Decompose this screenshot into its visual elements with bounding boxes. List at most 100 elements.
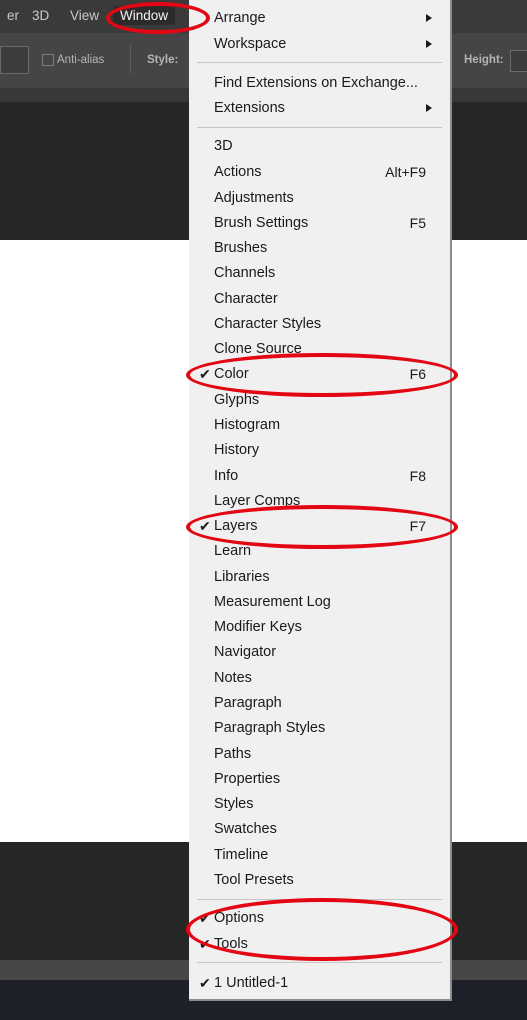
menu-separator	[197, 127, 442, 128]
menu-item-actions[interactable]: Actions Alt+F9	[189, 160, 450, 185]
menu-item-layer-comps[interactable]: Layer Comps	[189, 489, 450, 514]
menu-item-paragraph[interactable]: Paragraph	[189, 691, 450, 716]
menu-item-label: Options	[214, 910, 264, 926]
menu-item-label: Character	[214, 291, 278, 307]
menu-item-color[interactable]: ✔ Color F6	[189, 362, 450, 387]
menu-item-label: Styles	[214, 796, 254, 812]
menu-separator	[197, 962, 442, 963]
menu-item-label: Properties	[214, 771, 281, 787]
menu-separator	[197, 899, 442, 900]
menu-item-label: Actions	[214, 164, 262, 180]
menu-item-arrange[interactable]: Arrange	[189, 6, 450, 31]
menu-item-label: 3D	[214, 138, 233, 154]
menu-item-tool-presets[interactable]: Tool Presets	[189, 868, 450, 893]
menu-item-character-styles[interactable]: Character Styles	[189, 312, 450, 337]
menu-item-label: Extensions	[214, 100, 285, 116]
menu-item-shortcut: F7	[409, 518, 426, 534]
menu-item-label: Notes	[214, 670, 252, 686]
menu-item-label: Adjustments	[214, 190, 294, 206]
menu-item-label: Clone Source	[214, 341, 302, 357]
menu-item-label: Navigator	[214, 644, 277, 660]
menu-item-styles[interactable]: Styles	[189, 792, 450, 817]
menu-item-3d[interactable]: 3D	[189, 134, 450, 159]
menu-item-measurement-log[interactable]: Measurement Log	[189, 590, 450, 615]
menu-item-label: Libraries	[214, 569, 270, 585]
menu-item-label: Brush Settings	[214, 215, 309, 231]
menu-item-properties[interactable]: Properties	[189, 767, 450, 792]
menu-item-label: Find Extensions on Exchange...	[214, 75, 418, 91]
menu-item-brush-settings[interactable]: Brush Settings F5	[189, 211, 450, 236]
menu-item-label: Channels	[214, 265, 276, 281]
menu-item-1-untitled-1[interactable]: ✔ 1 Untitled-1	[189, 971, 450, 996]
menu-item-tools[interactable]: ✔ Tools	[189, 932, 450, 957]
menu-item-label: Brushes	[214, 240, 268, 256]
menu-item-label: Learn	[214, 543, 252, 559]
menu-item-label: History	[214, 442, 260, 458]
checkmark-icon: ✔	[199, 975, 211, 991]
menubar-item-window[interactable]: Window	[113, 6, 176, 25]
menu-item-label: Arrange	[214, 10, 266, 26]
menu-item-label: Tool Presets	[214, 872, 294, 888]
menu-item-label: Modifier Keys	[214, 619, 302, 635]
submenu-arrow-icon	[426, 14, 432, 22]
checkmark-icon: ✔	[199, 910, 211, 926]
menu-separator	[197, 62, 442, 63]
menu-item-label: Swatches	[214, 821, 277, 837]
menu-item-label: Timeline	[214, 847, 269, 863]
menu-item-libraries[interactable]: Libraries	[189, 565, 450, 590]
style-label: Style:	[147, 54, 179, 66]
menu-item-paths[interactable]: Paths	[189, 742, 450, 767]
menu-item-swatches[interactable]: Swatches	[189, 817, 450, 842]
menu-item-character[interactable]: Character	[189, 287, 450, 312]
menu-item-label: Tools	[214, 936, 248, 952]
submenu-arrow-icon	[426, 104, 432, 112]
menu-item-label: Layers	[214, 518, 258, 534]
options-divider-1	[130, 44, 131, 74]
menu-item-label: Paragraph Styles	[214, 720, 326, 736]
menu-item-histogram[interactable]: Histogram	[189, 413, 450, 438]
menu-item-navigator[interactable]: Navigator	[189, 640, 450, 665]
menu-item-timeline[interactable]: Timeline	[189, 843, 450, 868]
menu-item-label: Measurement Log	[214, 594, 331, 610]
anti-alias-checkbox[interactable]	[42, 54, 54, 66]
menu-item-options[interactable]: ✔ Options	[189, 906, 450, 931]
anti-alias-label: Anti-alias	[57, 54, 105, 66]
photoshop-window-menu-screenshot: Anti-alias Style: Height: er 3D View Window…	[0, 0, 527, 1020]
menu-item-label: Info	[214, 468, 239, 484]
menu-item-paragraph-styles[interactable]: Paragraph Styles	[189, 716, 450, 741]
checkmark-icon: ✔	[199, 518, 211, 534]
menu-item-notes[interactable]: Notes	[189, 666, 450, 691]
menu-item-adjustments[interactable]: Adjustments	[189, 186, 450, 211]
menu-item-label: Color	[214, 366, 249, 382]
menu-item-workspace[interactable]: Workspace	[189, 32, 450, 57]
menu-item-label: Paragraph	[214, 695, 282, 711]
menu-item-label: Layer Comps	[214, 493, 301, 509]
menu-item-history[interactable]: History	[189, 438, 450, 463]
menu-item-shortcut: Alt+F9	[385, 164, 426, 180]
menubar-item-3d[interactable]: 3D	[25, 6, 56, 25]
menu-item-modifier-keys[interactable]: Modifier Keys	[189, 615, 450, 640]
menu-item-brushes[interactable]: Brushes	[189, 236, 450, 261]
menu-item-info[interactable]: Info F8	[189, 464, 450, 489]
menu-item-clone-source[interactable]: Clone Source	[189, 337, 450, 362]
window-menu-dropdown[interactable]: Arrange Workspace Find Extensions on Excha…	[189, 0, 452, 1001]
menu-item-label: Character Styles	[214, 316, 322, 332]
menu-item-learn[interactable]: Learn	[189, 539, 450, 564]
menu-item-extensions[interactable]: Extensions	[189, 96, 450, 121]
menu-item-glyphs[interactable]: Glyphs	[189, 388, 450, 413]
menubar-item-er[interactable]: er	[0, 6, 26, 25]
menu-item-shortcut: F5	[409, 215, 426, 231]
menu-item-label: Histogram	[214, 417, 281, 433]
menu-item-layers[interactable]: ✔ Layers F7	[189, 514, 450, 539]
menu-item-label: Paths	[214, 746, 252, 762]
menu-item-channels[interactable]: Channels	[189, 261, 450, 286]
height-input[interactable]	[510, 50, 527, 72]
menu-item-shortcut: F6	[409, 366, 426, 382]
menu-item-label: 1 Untitled-1	[214, 975, 289, 991]
menu-item-shortcut: F8	[409, 468, 426, 484]
checkmark-icon: ✔	[199, 936, 211, 952]
height-label: Height:	[464, 54, 504, 66]
menu-item-find-extensions-on-exchange[interactable]: Find Extensions on Exchange...	[189, 71, 450, 96]
menubar-item-view[interactable]: View	[63, 6, 106, 25]
color-swatch-button[interactable]	[0, 46, 29, 74]
